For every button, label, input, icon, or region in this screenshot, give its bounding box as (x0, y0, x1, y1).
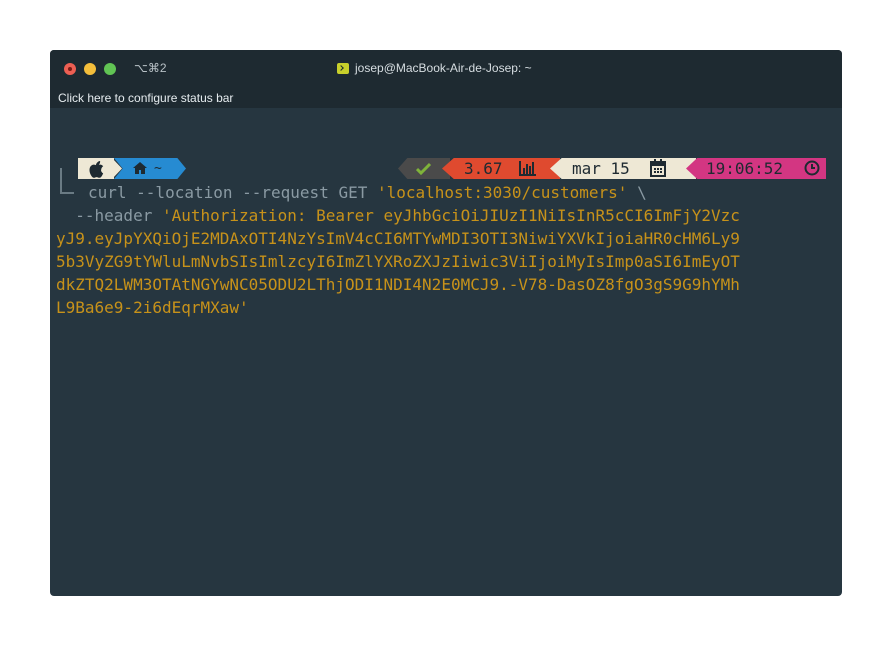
token-line: L9Ba6e9-2i6dEqrMXaw' (56, 298, 249, 317)
terminal-icon (337, 62, 349, 74)
title-bar: ⌥⌘2 josep@MacBook-Air-de-Josep: ~ (50, 50, 842, 88)
window-title-text: josep@MacBook-Air-de-Josep: ~ (355, 61, 532, 75)
token-line: dkZTQ2LWM3OTAtNGYwNC05ODU2LThjODI1NDI4N2… (56, 275, 740, 294)
calendar-icon (650, 159, 666, 177)
clock-icon (804, 160, 820, 176)
command-url: 'localhost:3030/customers' (376, 183, 628, 202)
window-shortcut: ⌥⌘2 (134, 61, 167, 75)
prompt-dir: ~ (154, 161, 162, 176)
minimize-button[interactable] (84, 63, 96, 75)
token-line: 5b3VyZG9tYWluLmNvbSIsImlzcyI6ImZlYXRoZXJ… (56, 252, 740, 271)
status-bar[interactable]: Click here to configure status bar (50, 88, 842, 108)
load-average: 3.67 (464, 159, 503, 178)
bar-chart-icon (519, 161, 536, 176)
header-flag: --header (56, 206, 162, 225)
prompt-load-segment: 3.67 (442, 158, 560, 179)
maximize-button[interactable] (104, 63, 116, 75)
token-line: yJ9.eyJpYXQiOjE2MDAxOTI4NzYsImV4cCI6MTYw… (56, 229, 740, 248)
prompt-os-segment (78, 158, 114, 179)
terminal-window: ⌥⌘2 josep@MacBook-Air-de-Josep: ~ Click … (50, 50, 842, 596)
close-button[interactable] (64, 63, 76, 75)
terminal-output[interactable]: curl --location --request GET 'localhost… (56, 181, 842, 319)
command-continuation: \ (627, 183, 647, 202)
apple-icon (89, 161, 104, 178)
prompt-date: mar 15 (572, 159, 630, 178)
prompt-time: 19:06:52 (706, 159, 784, 178)
check-icon (416, 162, 432, 176)
home-icon (133, 162, 147, 174)
header-string: 'Authorization: Bearer eyJhbGciOiJIUzI1N… (161, 206, 740, 225)
prompt-dir-segment: ~ (114, 158, 186, 179)
prompt-date-segment: mar 15 (550, 158, 696, 179)
command-text: curl --location --request GET (88, 183, 377, 202)
prompt-time-segment: 19:06:52 (686, 158, 826, 179)
window-title: josep@MacBook-Air-de-Josep: ~ (337, 61, 532, 75)
status-bar-text[interactable]: Click here to configure status bar (58, 88, 233, 108)
